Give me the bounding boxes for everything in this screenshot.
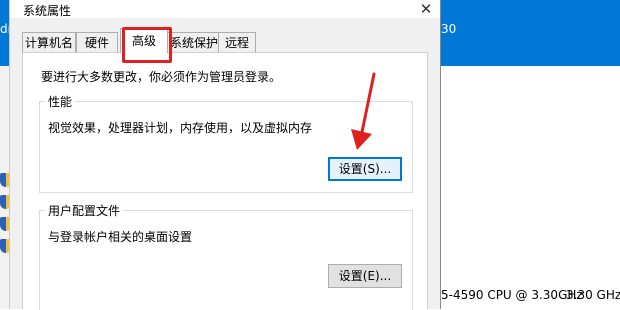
dialog-title-bar[interactable]: 系统属性 ✕ — [10, 0, 440, 18]
performance-group: 性能 视觉效果，处理器计划，内存使用，以及虚拟内存 设置(S)... — [39, 93, 413, 193]
tab-hardware[interactable]: 硬件 — [76, 32, 118, 52]
admin-notice: 要进行大多数更改，你必须作为管理员登录。 — [41, 70, 282, 84]
user-profiles-settings-button[interactable]: 设置(E)... — [328, 264, 402, 288]
user-profiles-group: 用户配置文件 与登录帐户相关的桌面设置 设置(E)... — [39, 202, 413, 310]
background-text-fragment-right: 30 — [441, 22, 457, 36]
performance-description: 视觉效果，处理器计划，内存使用，以及虚拟内存 — [48, 121, 313, 135]
dialog-title: 系统属性 — [23, 4, 72, 18]
advanced-tab-highlight — [122, 27, 172, 63]
tab-remote[interactable]: 远程 — [218, 32, 256, 52]
close-button[interactable]: ✕ — [412, 0, 440, 18]
performance-group-label: 性能 — [45, 93, 76, 110]
system-properties-dialog: 系统属性 ✕ 计算机名 硬件 高级 系统保护 远程 要进行大多数更改，你必须作为… — [9, 0, 441, 310]
processor-info: 5-4590 CPU @ 3.30GHz — [441, 288, 583, 302]
processor-speed: 3.30 GHz — [566, 288, 620, 302]
user-profiles-group-label: 用户配置文件 — [45, 202, 124, 219]
advanced-tab-panel: 要进行大多数更改，你必须作为管理员登录。 性能 视觉效果，处理器计划，内存使用，… — [22, 52, 428, 310]
performance-settings-button[interactable]: 设置(S)... — [328, 157, 402, 181]
tab-computer-name[interactable]: 计算机名 — [22, 32, 76, 52]
tab-system-protection[interactable]: 系统保护 — [167, 32, 221, 52]
user-profiles-description: 与登录帐户相关的桌面设置 — [48, 230, 193, 244]
